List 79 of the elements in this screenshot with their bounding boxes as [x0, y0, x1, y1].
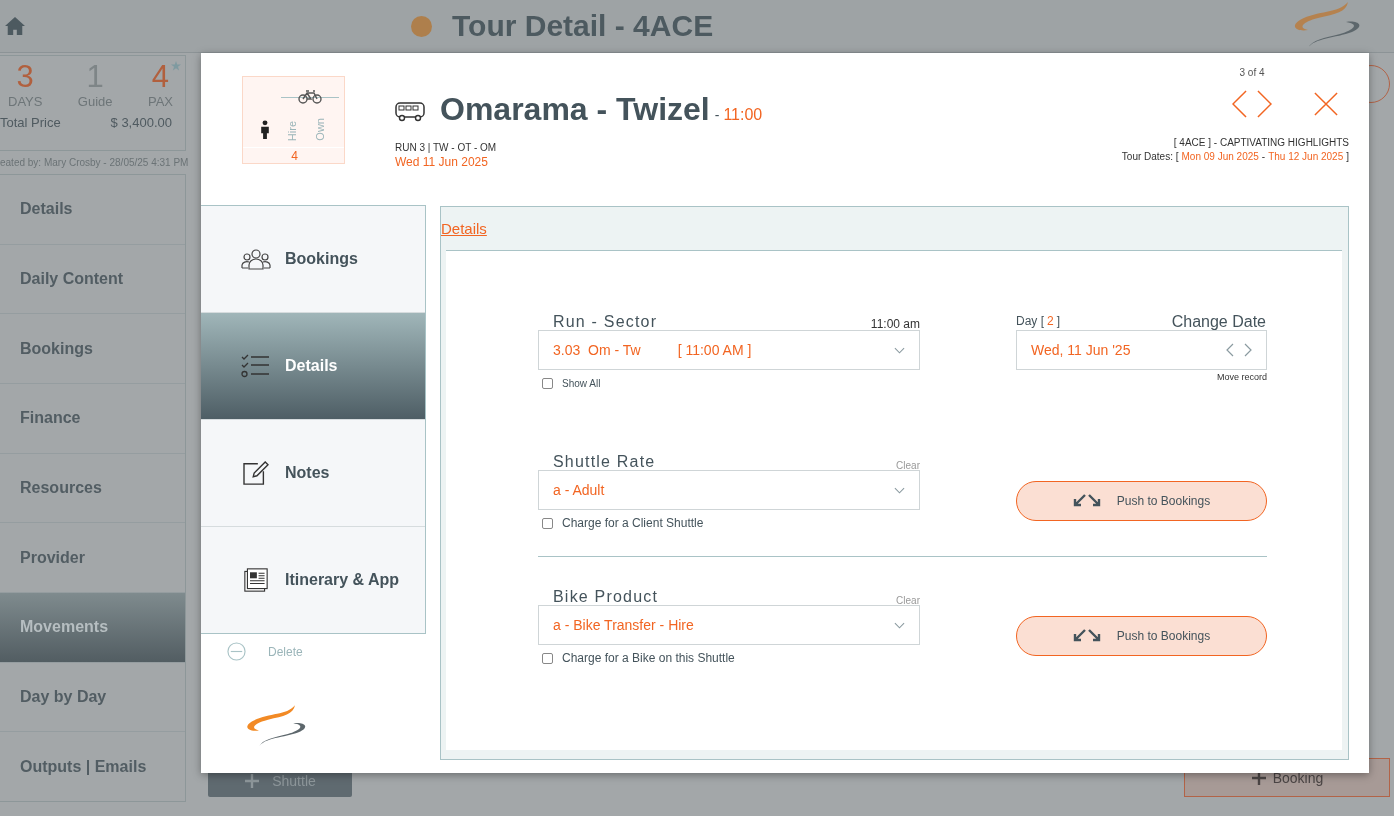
bracket-text: ] — [1346, 151, 1349, 162]
person-icon — [260, 120, 270, 139]
checkbox-label: Charge for a Client Shuttle — [562, 516, 704, 530]
status-dot — [411, 15, 432, 37]
newspaper-icon — [241, 568, 271, 592]
edit-icon — [241, 461, 271, 485]
movement-time: 11:00 — [723, 106, 763, 124]
bracket-text: ] — [1056, 314, 1061, 328]
date-field[interactable]: Wed, 11 Jun '25 — [1016, 330, 1267, 370]
star-icon — [171, 61, 181, 71]
pax-count: 4 — [151, 60, 170, 94]
checklist-icon — [241, 354, 271, 378]
separator-text: - — [714, 107, 720, 123]
checkbox[interactable] — [542, 652, 553, 664]
minus-circle-icon[interactable] — [227, 642, 246, 661]
total-price-label: Total Price — [0, 115, 61, 130]
nav-item[interactable]: Day by Day — [0, 662, 185, 733]
previous-icon[interactable] — [1232, 90, 1247, 118]
bicycle-icon — [298, 90, 322, 104]
product-label: Shuttle Rate — [552, 453, 656, 471]
nav-item[interactable]: Finance — [0, 384, 185, 454]
run-sector-select[interactable]: 3.03 Om - Tw [ 11:00 AM ] — [538, 330, 920, 370]
change-date-label: Change Date — [1171, 313, 1267, 331]
next-icon[interactable] — [1244, 343, 1252, 357]
chevron-down-icon — [894, 486, 905, 494]
chevron-down-icon — [894, 621, 905, 629]
plus-icon — [244, 773, 261, 789]
tour-name: [ 4ACE ] - CAPTIVATING HIGHLIGHTS — [1173, 137, 1349, 148]
side-tab[interactable]: Details — [201, 313, 425, 420]
tour-end-date: Thu 12 Jun 2025 — [1268, 151, 1344, 162]
run-time: 11:00 am — [870, 317, 920, 331]
day-number: 2 — [1047, 314, 1054, 328]
run-info: RUN 3 | TW - OT - OM — [395, 142, 498, 153]
push-to-bookings-button[interactable]: Push to Bookings — [1016, 616, 1267, 656]
movement-title: Omarama - Twizel — [440, 91, 710, 128]
product-select[interactable]: a - Adult — [538, 470, 920, 510]
date-separator: - — [1261, 151, 1266, 162]
details-link[interactable]: Details — [441, 220, 487, 237]
product-select[interactable]: a - Bike Transfer - Hire — [538, 605, 920, 645]
nav-item[interactable]: Bookings — [0, 314, 185, 384]
swap-arrows-icon — [1072, 629, 1101, 643]
record-counter: 3 of 4 — [1239, 67, 1265, 78]
clear-link[interactable]: Clear — [896, 595, 920, 606]
chevron-down-icon — [894, 346, 905, 354]
previous-icon[interactable] — [1226, 343, 1234, 357]
own-label: Own — [314, 118, 326, 141]
page-title: Tour Detail - 4ACE — [452, 9, 714, 43]
side-tab[interactable]: Bookings — [201, 206, 425, 313]
clear-link[interactable]: Clear — [896, 460, 920, 471]
movement-date: Wed 11 Jun 2025 — [395, 155, 489, 169]
side-tab[interactable]: Itinerary & App — [201, 527, 425, 633]
show-all-label: Show All — [562, 377, 601, 389]
nav-item[interactable]: Details — [0, 175, 185, 245]
checkbox[interactable] — [542, 377, 553, 389]
run-sector-label: Run - Sector — [552, 313, 658, 331]
checkbox-label: Charge for a Bike on this Shuttle — [562, 651, 735, 665]
next-icon[interactable] — [1257, 90, 1272, 118]
nav-item[interactable]: Movements — [0, 593, 185, 663]
nav-item[interactable]: Resources — [0, 453, 185, 524]
pax-count: 4 — [290, 148, 299, 163]
nav-item[interactable]: Outputs | Emails — [0, 732, 185, 802]
move-record-note: Move record — [1215, 372, 1267, 382]
home-icon[interactable] — [4, 16, 26, 36]
product-label: Bike Product — [552, 588, 659, 606]
delete-link[interactable]: Delete — [268, 644, 303, 659]
nav-item[interactable]: Daily Content — [0, 244, 185, 315]
hire-label: Hire — [286, 120, 298, 141]
people-icon — [241, 247, 271, 271]
tour-start-date: Mon 09 Jun 2025 — [1181, 151, 1259, 162]
close-icon[interactable] — [1314, 92, 1338, 116]
total-price: $ 3,400.00 — [110, 115, 172, 130]
day-label: Day [ — [1016, 314, 1044, 328]
side-tab[interactable]: Notes — [201, 420, 425, 527]
bus-icon — [395, 101, 425, 122]
days-count: 3 — [16, 60, 34, 94]
push-to-bookings-button[interactable]: Push to Bookings — [1016, 481, 1267, 521]
checkbox[interactable] — [542, 517, 553, 529]
tour-dates-label: Tour Dates: [ — [1121, 151, 1179, 162]
swap-arrows-icon — [1072, 494, 1101, 508]
